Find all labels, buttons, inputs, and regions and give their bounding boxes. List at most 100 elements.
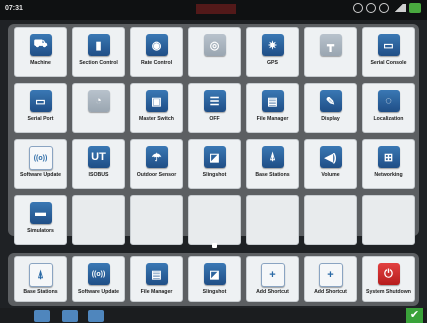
tile-file-manager[interactable]: ▤ File Manager bbox=[130, 256, 183, 302]
section-control-icon: ▮ bbox=[87, 34, 110, 56]
bottom-bar: ✔ bbox=[0, 308, 427, 323]
tile-serial-console[interactable]: ▭ Serial Console bbox=[362, 27, 415, 77]
tile-base-stations[interactable]: ⍋ Base Stations bbox=[246, 139, 299, 189]
empty-slot bbox=[246, 195, 299, 245]
empty-slot bbox=[72, 195, 125, 245]
tile-slingshot[interactable]: ◪ Slingshot bbox=[188, 256, 241, 302]
empty-slot bbox=[188, 195, 241, 245]
empty-slot bbox=[130, 195, 183, 245]
tile-gps[interactable]: ✷ GPS bbox=[246, 27, 299, 77]
serial-port-icon: ▭ bbox=[29, 90, 52, 112]
gauge-icon: ◔ bbox=[87, 90, 110, 112]
navigation-icon[interactable] bbox=[34, 310, 50, 322]
tile-software-update[interactable]: ((o)) Software Update bbox=[72, 256, 125, 302]
tile-label: Serial Console bbox=[370, 60, 407, 66]
tile-label: GPS bbox=[267, 60, 278, 66]
list-icon: ☰ bbox=[203, 90, 226, 112]
tile-label: Serial Port bbox=[27, 116, 54, 122]
tile-gauge[interactable]: ◔ bbox=[72, 83, 125, 133]
isobus-ut-icon[interactable] bbox=[62, 310, 78, 322]
tile-localization[interactable]: ◌ Localization bbox=[362, 83, 415, 133]
gps-status-icon bbox=[366, 3, 376, 13]
software-update-icon: ((o)) bbox=[87, 263, 110, 285]
file-manager-icon: ▤ bbox=[145, 263, 168, 285]
tile-off[interactable]: ☰ OFF bbox=[188, 83, 241, 133]
status-indicator bbox=[196, 4, 236, 14]
power-icon: ⏻ bbox=[377, 263, 400, 285]
tile-serial-port[interactable]: ▭ Serial Port bbox=[14, 83, 67, 133]
empty-slot bbox=[304, 195, 357, 245]
tile-software-update[interactable]: ((o)) Software Update bbox=[14, 139, 67, 189]
tile-label: Rate Control bbox=[140, 60, 173, 66]
tile-label: Base Stations bbox=[255, 172, 290, 178]
master-switch-icon: ▣ bbox=[145, 90, 168, 112]
tile-label: OFF bbox=[209, 116, 220, 122]
serial-console-icon: ▭ bbox=[377, 34, 400, 56]
tile-networking[interactable]: ⊞ Networking bbox=[362, 139, 415, 189]
tile-label: Add Shortcut bbox=[314, 289, 347, 295]
tile-label: Slingshot bbox=[202, 172, 227, 178]
tile-file-manager[interactable]: ▤ File Manager bbox=[246, 83, 299, 133]
tile-label: File Manager bbox=[140, 289, 173, 295]
status-bar: 07:31 bbox=[0, 0, 427, 20]
tile-outdoor-sensor[interactable]: ☂ Outdoor Sensor bbox=[130, 139, 183, 189]
tile-volume[interactable]: ◀) Volume bbox=[304, 139, 357, 189]
tile-rate-control[interactable]: ◉ Rate Control bbox=[130, 27, 183, 77]
alert-icon bbox=[379, 3, 389, 13]
status-icons bbox=[353, 3, 421, 13]
isobus-icon: UT bbox=[87, 146, 110, 168]
simulator-icon: ▬ bbox=[29, 202, 52, 224]
tile-simulators[interactable]: ▬ Simulators bbox=[14, 195, 67, 245]
tile-implement[interactable]: ┳ bbox=[304, 27, 357, 77]
tile-label: Master Switch bbox=[139, 116, 174, 122]
tile-label: Software Update bbox=[78, 289, 119, 295]
plus-icon: + bbox=[318, 263, 343, 287]
tile-label: Outdoor Sensor bbox=[136, 172, 177, 178]
app-grid: ⛟ Machine ▮ Section Control ◉ Rate Control ◎ ✷ G… bbox=[14, 27, 415, 245]
tile-label: File Manager bbox=[256, 116, 289, 122]
empty-slot bbox=[362, 195, 415, 245]
tile-machine[interactable]: ⛟ Machine bbox=[14, 27, 67, 77]
tile-label: Networking bbox=[374, 172, 403, 178]
tractor-icon: ⛟ bbox=[29, 34, 52, 56]
tile-system-shutdown[interactable]: ⏻ System Shutdown bbox=[362, 256, 415, 302]
tile-label: Base Stations bbox=[23, 289, 58, 295]
slingshot-icon: ◪ bbox=[203, 146, 226, 168]
software-update-icon: ((o)) bbox=[28, 146, 53, 170]
rate-control-icon: ◉ bbox=[145, 34, 168, 56]
tile-label: Localization bbox=[373, 116, 404, 122]
tile-slingshot[interactable]: ◪ Slingshot bbox=[188, 139, 241, 189]
outdoor-sensor-icon: ☂ bbox=[145, 146, 168, 168]
tile-label: Machine bbox=[30, 60, 51, 66]
tile-master-switch[interactable]: ▣ Master Switch bbox=[130, 83, 183, 133]
tile-label: Slingshot bbox=[202, 289, 227, 295]
tile-isobus[interactable]: UT ISOBUS bbox=[72, 139, 125, 189]
tile-label: Volume bbox=[321, 172, 340, 178]
tile-label: Simulators bbox=[27, 228, 54, 234]
camera-button-icon[interactable] bbox=[88, 310, 104, 322]
file-manager-icon: ▤ bbox=[261, 90, 284, 112]
camera-icon bbox=[353, 3, 363, 13]
tile-label: Add Shortcut bbox=[256, 289, 289, 295]
display-icon: ✎ bbox=[319, 90, 342, 112]
tile-display[interactable]: ✎ Display bbox=[304, 83, 357, 133]
tile-label: System Shutdown bbox=[366, 289, 411, 295]
confirm-button[interactable]: ✔ bbox=[406, 308, 423, 323]
connection-icon bbox=[409, 3, 421, 13]
slingshot-icon: ◪ bbox=[203, 263, 226, 285]
tile-add-shortcut[interactable]: + Add Shortcut bbox=[304, 256, 357, 302]
localization-icon: ◌ bbox=[377, 90, 400, 112]
satellite-icon: ✷ bbox=[261, 34, 284, 56]
clock: 07:31 bbox=[5, 5, 23, 12]
tile-add-shortcut[interactable]: + Add Shortcut bbox=[246, 256, 299, 302]
tile-steering-wheel[interactable]: ◎ bbox=[188, 27, 241, 77]
tile-label: ISOBUS bbox=[88, 172, 109, 178]
antenna-icon: ⍋ bbox=[28, 263, 53, 287]
tile-section-control[interactable]: ▮ Section Control bbox=[72, 27, 125, 77]
volume-icon: ◀) bbox=[319, 146, 342, 168]
implement-icon: ┳ bbox=[319, 34, 342, 56]
tile-label: Section Control bbox=[79, 60, 118, 66]
tile-base-stations[interactable]: ⍋ Base Stations bbox=[14, 256, 67, 302]
tile-label: Software Update bbox=[20, 172, 61, 178]
shortcut-grid: ⍋ Base Stations ((o)) Software Update ▤ File … bbox=[14, 256, 415, 302]
